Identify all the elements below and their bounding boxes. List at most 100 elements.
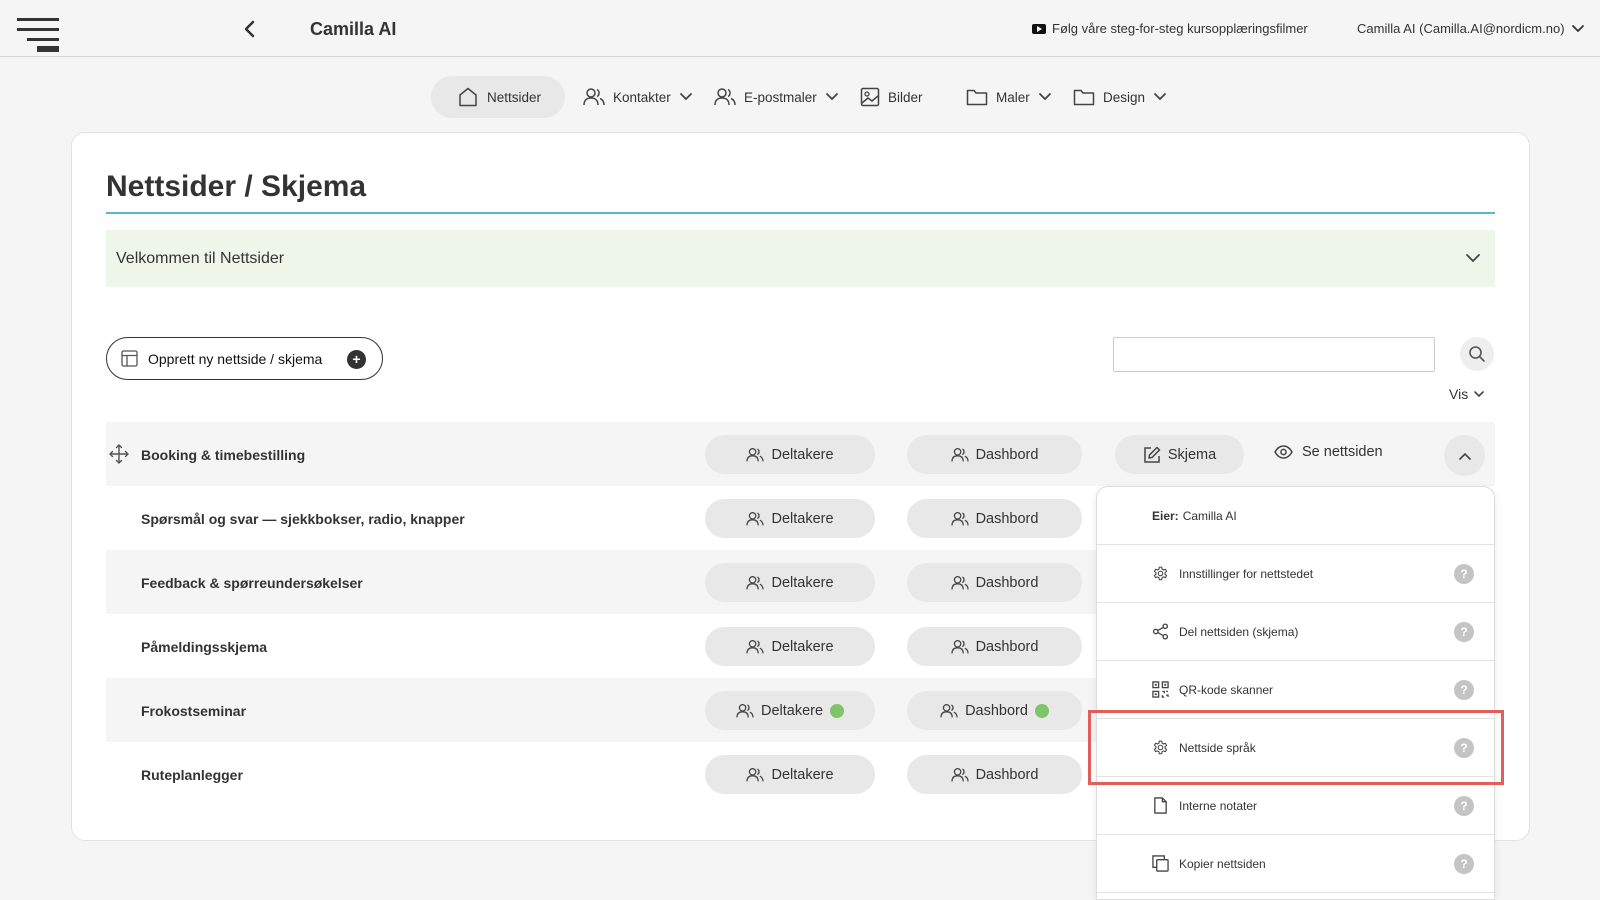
row-name[interactable]: Feedback & spørreundersøkelser — [141, 575, 363, 591]
menu-item-copy-website[interactable]: Kopier nettsiden ? — [1097, 835, 1494, 893]
gear-icon — [1153, 566, 1168, 581]
menu-item-label: Kopier nettsiden — [1179, 856, 1266, 871]
participants-button[interactable]: Deltakere — [705, 435, 875, 474]
table-row: Booking & timebestilling Deltakere Dashb… — [106, 422, 1495, 486]
help-icon[interactable]: ? — [1454, 680, 1474, 700]
folder-icon — [966, 89, 988, 106]
dashboard-label: Dashbord — [975, 574, 1039, 591]
back-chevron-icon[interactable] — [240, 19, 260, 39]
copy-icon — [1152, 855, 1169, 872]
user-menu[interactable]: Camilla AI (Camilla.AI@nordicm.no) — [1357, 21, 1585, 36]
menu-icon[interactable] — [17, 18, 59, 52]
dashboard-button[interactable]: Dashbord — [907, 627, 1082, 666]
nav-item-label: Maler — [996, 89, 1030, 105]
welcome-accordion[interactable]: Velkommen til Nettsider — [106, 230, 1495, 287]
participants-button[interactable]: Deltakere — [705, 755, 875, 794]
row-name[interactable]: Påmeldingsskjema — [141, 639, 267, 655]
app-title: Camilla AI — [310, 19, 397, 39]
nav-item-nettsider[interactable]: Nettsider — [431, 76, 566, 118]
dashboard-label: Dashbord — [975, 446, 1039, 463]
owner-name: Camilla AI — [1182, 508, 1237, 523]
dashboard-button[interactable]: Dashbord — [907, 691, 1082, 730]
nav-item-label: Bilder — [888, 89, 923, 105]
dashboard-button[interactable]: Dashbord — [907, 563, 1082, 602]
help-icon[interactable]: ? — [1454, 564, 1474, 584]
search-input[interactable] — [1113, 337, 1435, 372]
owner-info: Eier: Camilla AI — [1097, 487, 1494, 545]
document-icon — [1154, 797, 1167, 814]
menu-item-label: QR-kode skanner — [1179, 682, 1274, 697]
help-icon[interactable]: ? — [1454, 796, 1474, 816]
participants-button[interactable]: Deltakere — [705, 499, 875, 538]
chevron-down-icon — [825, 93, 838, 101]
help-icon[interactable]: ? — [1454, 854, 1474, 874]
participants-label: Deltakere — [771, 574, 834, 591]
nav-item-design[interactable]: Design — [1073, 76, 1167, 118]
image-icon — [860, 87, 880, 107]
nav-item-bilder[interactable]: Bilder — [860, 76, 923, 118]
move-icon[interactable] — [109, 444, 129, 464]
chevron-up-icon — [1458, 452, 1471, 460]
youtube-icon — [1032, 23, 1046, 34]
chevron-down-icon — [679, 93, 692, 101]
status-dot — [1034, 703, 1049, 718]
title-divider — [106, 212, 1495, 214]
nav-item-e-postmaler[interactable]: E-postmaler — [714, 76, 839, 118]
dashboard-button[interactable]: Dashbord — [907, 435, 1082, 474]
participants-button[interactable]: Deltakere — [705, 563, 875, 602]
create-website-button[interactable]: Opprett ny nettside / skjema + — [106, 337, 383, 380]
nav-item-maler[interactable]: Maler — [966, 76, 1052, 118]
users-icon — [950, 575, 969, 589]
view-website-link[interactable]: Se nettsiden — [1274, 444, 1383, 460]
layout-icon — [121, 350, 138, 367]
collapse-button[interactable] — [1444, 435, 1485, 476]
menu-item-label: Innstillinger for nettstedet — [1179, 566, 1314, 581]
folder-icon — [1073, 89, 1095, 106]
welcome-label: Velkommen til Nettsider — [116, 249, 285, 267]
users-icon — [746, 511, 765, 525]
dashboard-button[interactable]: Dashbord — [907, 499, 1082, 538]
view-options-toggle[interactable]: Vis — [1449, 386, 1485, 402]
participants-label: Deltakere — [771, 446, 834, 463]
users-icon — [746, 447, 765, 461]
home-icon — [459, 87, 477, 107]
dashboard-label: Dashbord — [975, 766, 1039, 783]
row-name[interactable]: Frokostseminar — [141, 703, 246, 719]
help-icon[interactable]: ? — [1454, 738, 1474, 758]
status-dot — [830, 703, 845, 718]
participants-button[interactable]: Deltakere — [705, 691, 875, 730]
help-icon[interactable]: ? — [1454, 622, 1474, 642]
form-button[interactable]: Skjema — [1115, 435, 1244, 474]
menu-item-share-website[interactable]: Del nettsiden (skjema) ? — [1097, 603, 1494, 661]
users-icon — [583, 88, 605, 106]
tutorial-videos-link[interactable]: Følg våre steg-for-steg kursopplæringsfi… — [1032, 21, 1308, 36]
nav-item-label: E-postmaler — [744, 89, 817, 105]
row-name[interactable]: Ruteplanlegger — [141, 767, 243, 783]
qr-code-icon — [1152, 681, 1169, 698]
menu-item-internal-notes[interactable]: Interne notater ? — [1097, 777, 1494, 835]
row-name[interactable]: Spørsmål og svar — sjekkbokser, radio, k… — [141, 511, 465, 527]
participants-label: Deltakere — [771, 510, 834, 527]
gear-icon — [1153, 740, 1168, 755]
menu-item-site-settings[interactable]: Innstillinger for nettstedet ? — [1097, 545, 1494, 603]
participants-button[interactable]: Deltakere — [705, 627, 875, 666]
search-button[interactable] — [1460, 337, 1494, 371]
users-icon — [950, 447, 969, 461]
participants-label: Deltakere — [771, 638, 834, 655]
create-button-label: Opprett ny nettside / skjema — [148, 350, 323, 367]
dashboard-button[interactable]: Dashbord — [907, 755, 1082, 794]
users-icon — [940, 703, 958, 717]
row-name[interactable]: Booking & timebestilling — [141, 447, 305, 463]
nav-item-label: Kontakter — [613, 89, 671, 105]
participants-label: Deltakere — [760, 702, 824, 719]
form-label: Skjema — [1167, 446, 1217, 463]
menu-item-qr-scanner[interactable]: QR-kode skanner ? — [1097, 661, 1494, 719]
menu-item-website-language[interactable]: Nettside språk ? — [1097, 719, 1494, 777]
chevron-down-icon — [1571, 24, 1584, 32]
chevron-down-icon — [1466, 254, 1480, 263]
nav-item-kontakter[interactable]: Kontakter — [583, 76, 693, 118]
edit-icon — [1144, 446, 1161, 463]
eye-icon — [1274, 445, 1293, 459]
participants-label: Deltakere — [771, 766, 834, 783]
tutorial-link-label: Følg våre steg-for-steg kursopplæringsfi… — [1052, 21, 1308, 36]
